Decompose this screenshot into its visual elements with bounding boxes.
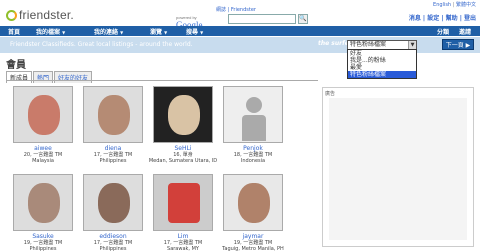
logo-swirl-icon [6, 9, 17, 21]
nav-search[interactable]: 搜尋 ▼ [186, 27, 203, 36]
search-button[interactable]: 🔍 [298, 14, 308, 24]
nav-profile-label: 我的檔案 [36, 29, 61, 36]
nav-home[interactable]: 首頁 [8, 27, 20, 36]
surfer-select-value: 特色粉絲檔案 [350, 41, 387, 48]
member-name[interactable]: Penjok [218, 145, 288, 152]
dropdown-option-friends[interactable]: 好友 [348, 50, 416, 57]
nav-contacts[interactable]: 我的連絡 ▼ [94, 27, 123, 36]
nav-contacts-label: 我的連絡 [94, 29, 119, 36]
nav-invite[interactable]: 邀請 [459, 27, 471, 36]
user-links: 消息 | 設定 | 幫助 | 登出 [408, 15, 476, 22]
member-name[interactable]: Sasuke [8, 233, 78, 240]
member-name[interactable]: Lim [148, 233, 218, 240]
member-photo[interactable] [153, 174, 213, 231]
member-face [28, 183, 60, 223]
member-photo[interactable] [223, 86, 283, 143]
search-input[interactable] [228, 14, 296, 24]
ad-content[interactable] [329, 98, 467, 240]
member-location: Indonesia [240, 158, 266, 164]
nav-browse-label: 瀏覽 [150, 29, 163, 36]
member-card[interactable]: diena 17, 一言難盡 TM Philippines [78, 86, 148, 164]
dropdown-option-favorites[interactable]: 最愛 [348, 64, 416, 71]
member-card[interactable]: jaymar 19, 一言難盡 TM Taguig, Metro Manila,… [218, 174, 288, 252]
member-photo[interactable] [83, 86, 143, 143]
lang-separator: | [452, 2, 455, 8]
dropdown-option-featured[interactable]: 特色粉絲檔案 [348, 71, 416, 78]
chevron-down-icon: ▼ [164, 30, 168, 35]
member-name[interactable]: diena [78, 145, 148, 152]
chevron-down-icon[interactable]: ▼ [408, 41, 416, 49]
member-photo[interactable] [153, 86, 213, 143]
page-title: 會員 [6, 60, 26, 71]
friendster-search-link[interactable]: Friendster [231, 7, 256, 13]
members-panel: aiwee 20, 一言難盡 TM Malaysia diena 17, 一言難… [6, 80, 318, 252]
member-name[interactable]: jaymar [218, 233, 288, 240]
member-location: Philippines [29, 246, 57, 252]
surfer-dropdown-list: 好友 我是...的粉絲 最愛 特色粉絲檔案 [347, 49, 417, 79]
logo-text: friendster. [19, 8, 74, 22]
nav-home-label: 首頁 [8, 29, 21, 36]
user-link-messages[interactable]: 消息 [409, 15, 421, 22]
member-card[interactable]: eddieson 17, 一言難盡 TM Philippines [78, 174, 148, 252]
main-nav: 首頁 我的檔案 ▼ 我的連絡 ▼ 瀏覽 ▼ 搜尋 ▼ 分類 邀請 [0, 26, 480, 36]
member-location: Philippines [99, 246, 127, 252]
member-card[interactable]: Lim 17, 一言難盡 TM Sarawak, MY [148, 174, 218, 252]
member-face [28, 95, 60, 135]
blog-link[interactable]: 網誌 [216, 7, 226, 13]
nav-browse[interactable]: 瀏覽 ▼ [150, 27, 167, 36]
member-card[interactable]: SeHLi 16, 單身 Medan, Sumatera Utara, ID [148, 86, 218, 164]
user-link-logout[interactable]: 登出 [464, 15, 476, 22]
ad-panel: 廣告 [322, 87, 474, 247]
member-location: Medan, Sumatera Utara, ID [148, 158, 218, 164]
member-card[interactable]: aiwee 20, 一言難盡 TM Malaysia [8, 86, 78, 164]
language-links: English | 繁體中文 [433, 1, 476, 8]
member-name[interactable]: eddieson [78, 233, 148, 240]
nav-search-label: 搜尋 [186, 29, 199, 36]
member-card[interactable]: Penjok 18, 一言難盡 TM Indonesia [218, 86, 288, 164]
nav-profile[interactable]: 我的檔案 ▼ [36, 27, 65, 36]
member-location: Sarawak, MY [167, 246, 199, 252]
user-link-settings[interactable]: 設定 [427, 15, 439, 22]
default-avatar-body [242, 115, 266, 141]
english-link[interactable]: English [433, 2, 451, 8]
member-face [98, 95, 130, 135]
member-face [98, 183, 130, 223]
member-photo[interactable] [223, 174, 283, 231]
chevron-down-icon: ▼ [200, 30, 204, 35]
chinese-link[interactable]: 繁體中文 [456, 2, 476, 8]
member-location: Philippines [99, 158, 127, 164]
next-page-label: 下一頁 [445, 42, 464, 49]
user-link-help[interactable]: 幫助 [446, 15, 458, 22]
member-name[interactable]: aiwee [8, 145, 78, 152]
chevron-down-icon: ▼ [120, 30, 124, 35]
member-location: Taguig, Metro Manila, PH [222, 246, 284, 252]
member-location: Malaysia [32, 158, 54, 164]
friendster-logo[interactable]: friendster. [6, 8, 74, 22]
member-photo[interactable] [83, 174, 143, 231]
member-card[interactable]: Sasuke 19, 一言難盡 TM Philippines [8, 174, 78, 252]
next-page-button[interactable]: 下一頁 ▶ [442, 39, 474, 50]
member-photo[interactable] [13, 86, 73, 143]
member-name[interactable]: SeHLi [148, 145, 218, 152]
chevron-down-icon: ▼ [62, 30, 66, 35]
member-face [168, 183, 200, 223]
dropdown-option-fan-of[interactable]: 我是...的粉絲 [348, 57, 416, 64]
search-top-links: 網誌 | Friendster [216, 7, 256, 13]
default-avatar-icon [246, 97, 262, 113]
classifieds-link[interactable]: Friendster Classifieds. Great local list… [10, 41, 193, 48]
nav-classifieds[interactable]: 分類 [437, 27, 449, 36]
member-face [238, 183, 270, 223]
member-face [168, 95, 200, 135]
member-photo[interactable] [13, 174, 73, 231]
